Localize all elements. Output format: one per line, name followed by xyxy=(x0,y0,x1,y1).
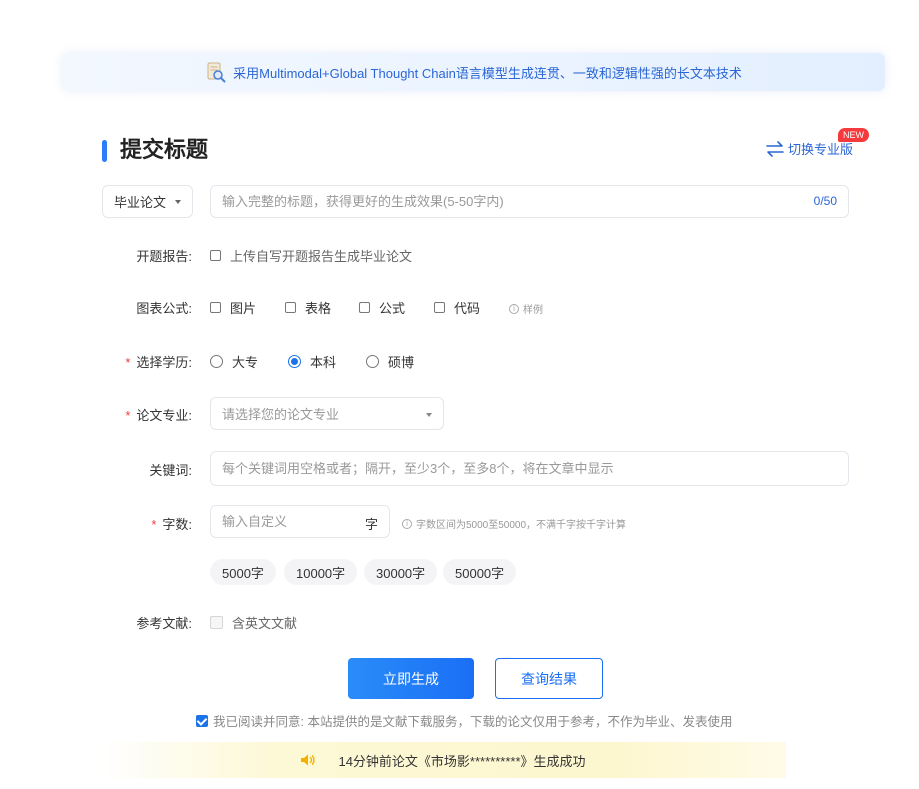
word-preset-30000[interactable]: 30000字 xyxy=(364,559,438,585)
references-checkbox[interactable] xyxy=(210,616,223,629)
word-count-unit: 字 xyxy=(364,517,378,532)
caret-down-icon xyxy=(426,413,432,417)
feature-banner: 采用Multimodal+Global Thought Chain语言模型生成连… xyxy=(62,53,885,91)
agreement-text: 我已阅读并同意: 本站提供的是文献下载服务，下载的论文仅用于参考，不作为毕业、发… xyxy=(213,715,733,729)
agreement-checkbox[interactable] xyxy=(196,714,208,727)
education-option-master[interactable]: 硕博 xyxy=(366,352,414,371)
keywords-input[interactable] xyxy=(210,451,849,486)
education-option-bachelor-label: 本科 xyxy=(310,355,337,370)
word-count-hint: i 字数区间为5000至50000，不满千字按千字计算 xyxy=(402,516,626,531)
proposal-checkbox[interactable] xyxy=(210,250,221,261)
education-label: * 选择学历: xyxy=(125,355,192,370)
charts-sample-label: 样例 xyxy=(523,305,543,316)
education-option-bachelor[interactable]: 本科 xyxy=(288,352,336,371)
major-select[interactable]: 请选择您的论文专业 xyxy=(210,397,444,430)
notice-text: 14分钟前论文《市场影**********》生成成功 xyxy=(338,753,586,769)
keywords-label: 关键词: xyxy=(149,463,192,478)
title-accent-bar xyxy=(102,140,107,162)
caret-down-icon xyxy=(175,200,181,204)
agreement[interactable]: 我已阅读并同意: 本站提供的是文献下载服务，下载的论文仅用于参考，不作为毕业、发… xyxy=(196,711,732,730)
chart-option-formula[interactable]: 公式 xyxy=(359,298,405,317)
education-option-junior[interactable]: 大专 xyxy=(210,352,258,371)
word-count-label: * 字数: xyxy=(151,517,192,532)
title-char-counter: 0/50 xyxy=(813,194,837,208)
chart-option-image-label: 图片 xyxy=(230,301,257,316)
major-label: * 论文专业: xyxy=(125,408,192,423)
education-radio-master[interactable] xyxy=(366,355,379,368)
new-badge: NEW xyxy=(838,128,869,142)
document-search-icon xyxy=(205,61,227,83)
word-count-input[interactable] xyxy=(211,506,361,537)
chart-option-formula-label: 公式 xyxy=(379,301,406,316)
generate-button[interactable]: 立即生成 xyxy=(348,658,474,699)
word-count-wrap: 字 xyxy=(210,505,390,538)
chart-option-code[interactable]: 代码 xyxy=(434,298,480,317)
word-count-hint-text: 字数区间为5000至50000，不满千字按千字计算 xyxy=(416,520,627,531)
education-radio-bachelor[interactable] xyxy=(288,355,301,368)
chart-option-table[interactable]: 表格 xyxy=(285,298,331,317)
references-label: 参考文献: xyxy=(136,616,192,631)
proposal-option-label: 上传自写开题报告生成毕业论文 xyxy=(230,249,413,264)
charts-sample-hint[interactable]: i 样例 xyxy=(509,301,543,316)
title-input[interactable] xyxy=(211,186,848,217)
query-result-button[interactable]: 查询结果 xyxy=(495,658,603,699)
page-title: 提交标题 xyxy=(120,137,209,162)
chart-checkbox-image[interactable] xyxy=(210,302,221,313)
paper-type-value: 毕业论文 xyxy=(114,195,167,210)
word-preset-10000[interactable]: 10000字 xyxy=(284,559,358,585)
charts-label: 图表公式: xyxy=(136,301,192,316)
title-input-wrap: 0/50 xyxy=(210,185,849,218)
education-option-master-label: 硕博 xyxy=(388,355,415,370)
word-preset-50000[interactable]: 50000字 xyxy=(443,559,517,585)
proposal-label: 开题报告: xyxy=(136,249,192,264)
major-placeholder: 请选择您的论文专业 xyxy=(222,407,340,422)
generation-notice: 14分钟前论文《市场影**********》生成成功 xyxy=(100,742,786,778)
banner-text: 采用Multimodal+Global Thought Chain语言模型生成连… xyxy=(233,65,742,81)
chart-checkbox-table[interactable] xyxy=(285,302,296,313)
education-option-junior-label: 大专 xyxy=(232,355,259,370)
swap-icon xyxy=(766,140,784,157)
info-icon: i xyxy=(402,518,412,529)
chart-checkbox-formula[interactable] xyxy=(359,302,370,313)
education-radio-junior[interactable] xyxy=(210,355,223,368)
word-preset-5000[interactable]: 5000字 xyxy=(210,559,276,585)
references-option-label: 含英文文献 xyxy=(232,616,298,631)
info-icon: i xyxy=(509,303,519,314)
chart-option-code-label: 代码 xyxy=(454,301,481,316)
chart-option-table-label: 表格 xyxy=(305,301,332,316)
chart-checkbox-code[interactable] xyxy=(434,302,445,313)
references-option[interactable]: 含英文文献 xyxy=(210,613,297,632)
chart-option-image[interactable]: 图片 xyxy=(210,298,256,317)
speaker-icon xyxy=(301,754,316,766)
paper-type-select[interactable]: 毕业论文 xyxy=(102,185,193,218)
proposal-option[interactable]: 上传自写开题报告生成毕业论文 xyxy=(210,246,412,265)
